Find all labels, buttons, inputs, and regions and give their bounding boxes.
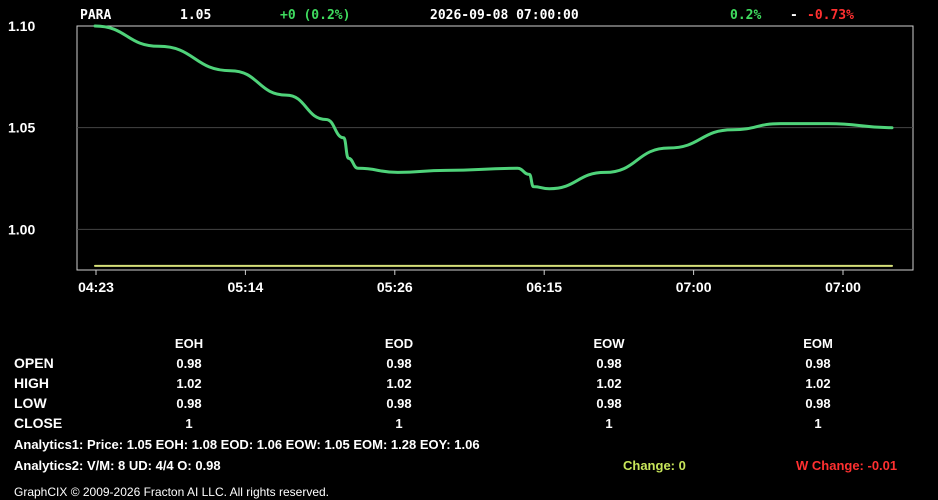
table-cell: 1 [395, 416, 403, 431]
column-header-eoh: EOH [174, 336, 204, 351]
table-cell: 0.98 [176, 396, 202, 411]
table-cell: 0.98 [386, 396, 412, 411]
x-tick-label: 05:26 [377, 279, 413, 295]
row-label-high: HIGH [14, 375, 49, 391]
column-header-eod: EOD [384, 336, 414, 351]
column-header-eow: EOW [593, 336, 625, 351]
x-tick-label: 07:00 [825, 279, 861, 295]
x-tick-label: 06:15 [526, 279, 562, 295]
analytics2-line: Analytics2: V/M: 8 UD: 4/4 O: 0.98 [14, 458, 221, 473]
table-cell: 1 [185, 416, 193, 431]
table-cell: 1.02 [176, 376, 202, 391]
y-tick-label: 1.10 [8, 18, 35, 34]
y-tick-label: 1.00 [8, 221, 35, 237]
table-cell: 1 [814, 416, 822, 431]
analytics1-line: Analytics1: Price: 1.05 EOH: 1.08 EOD: 1… [14, 437, 480, 452]
table-cell: 1 [605, 416, 613, 431]
table-cell: 1.02 [596, 376, 622, 391]
w-change-status: W Change: -0.01 [796, 458, 898, 473]
change-status: Change: 0 [623, 458, 686, 473]
table-cell: 0.98 [805, 356, 831, 371]
table-cell: 1.02 [386, 376, 412, 391]
table-cell: 0.98 [596, 356, 622, 371]
table-cell: 0.98 [805, 396, 831, 411]
price-chart[interactable]: 1.10 1.05 1.00 04:23 05:14 05:26 06:15 07:00 07:… [0, 0, 938, 300]
price-series-line [93, 24, 894, 191]
row-label-close: CLOSE [14, 415, 63, 431]
y-tick-label: 1.05 [8, 120, 35, 136]
table-cell: 0.98 [386, 356, 412, 371]
row-label-low: LOW [14, 395, 47, 411]
table-cell: 0.98 [596, 396, 622, 411]
x-tick-label: 05:14 [227, 279, 263, 295]
column-header-eom: EOM [803, 336, 833, 351]
copyright-footer: GraphCIX © 2009-2026 Fracton AI LLC. All… [14, 485, 329, 499]
table-cell: 0.98 [176, 356, 202, 371]
table-cell: 1.02 [805, 376, 831, 391]
x-tick-label: 07:00 [676, 279, 712, 295]
row-label-open: OPEN [14, 355, 54, 371]
x-tick-label: 04:23 [78, 279, 114, 295]
